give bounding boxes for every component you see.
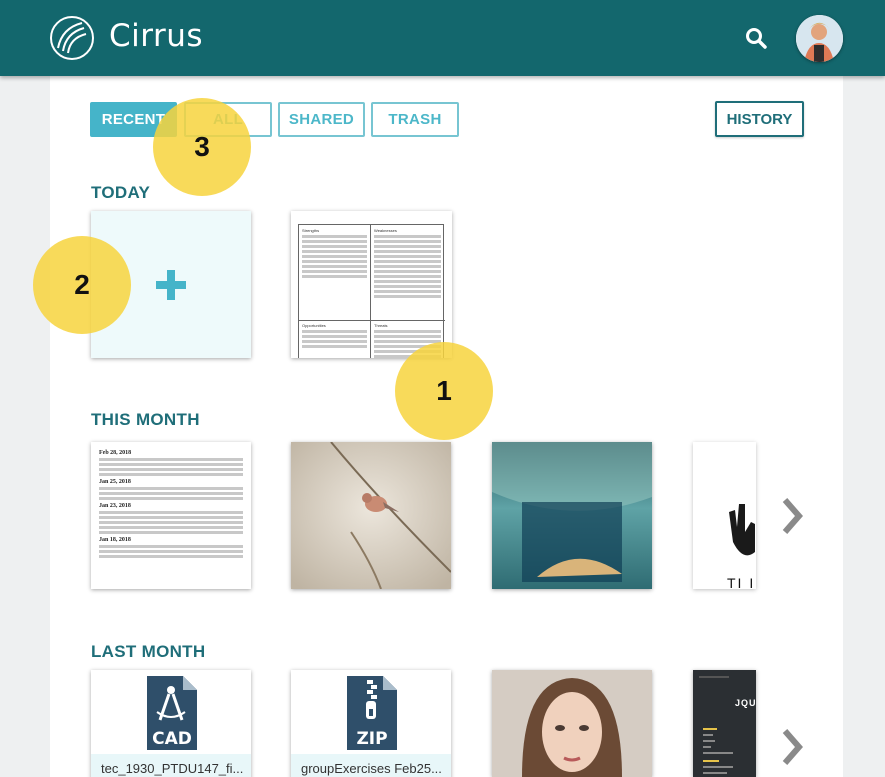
history-button[interactable]: HISTORY bbox=[715, 101, 804, 137]
notes-preview: Feb 28, 2018 Jan 25, 2018 Jan 23, 2018 J… bbox=[91, 442, 251, 565]
partial-card-this-month[interactable]: TI I bbox=[693, 442, 756, 589]
swot-grid: Strengths Weaknesses Opportunities Threa… bbox=[298, 224, 445, 358]
avatar-photo bbox=[796, 15, 843, 62]
search-icon[interactable] bbox=[742, 24, 770, 52]
zip-file-card[interactable]: ZIP groupExercises Feb25... bbox=[291, 670, 451, 777]
chevron-right-icon[interactable] bbox=[780, 727, 806, 767]
user-avatar[interactable] bbox=[796, 15, 843, 62]
section-last-month-heading: LAST MONTH bbox=[91, 642, 206, 661]
swot-weaknesses: Weaknesses bbox=[374, 228, 441, 300]
landscape-art-image bbox=[492, 442, 652, 589]
zip-file-icon: ZIP bbox=[347, 676, 397, 750]
cirrus-logo-icon[interactable] bbox=[48, 14, 96, 62]
svg-text:ZIP: ZIP bbox=[356, 729, 387, 749]
swot-opportunities: Opportunities bbox=[302, 323, 367, 350]
tab-trash[interactable]: TRASH bbox=[371, 102, 459, 137]
app-title: Cirrus bbox=[109, 18, 204, 54]
section-this-month-heading: THIS MONTH bbox=[91, 410, 200, 429]
plus-icon bbox=[156, 269, 186, 300]
svg-text:CAD: CAD bbox=[152, 729, 192, 749]
code-preview bbox=[699, 676, 733, 774]
portrait-photo-card[interactable] bbox=[492, 670, 652, 777]
file-name-cad: tec_1930_PTDU147_fi... bbox=[91, 754, 251, 777]
swot-strengths: Strengths bbox=[302, 228, 367, 280]
tab-shared[interactable]: SHARED bbox=[278, 102, 365, 137]
notes-document-card[interactable]: Feb 28, 2018 Jan 25, 2018 Jan 23, 2018 J… bbox=[91, 442, 251, 589]
file-name-zip: groupExercises Feb25... bbox=[291, 754, 451, 777]
annotation-marker-2: 2 bbox=[33, 236, 131, 334]
annotation-marker-1: 1 bbox=[395, 342, 493, 440]
cad-file-icon: CAD bbox=[147, 676, 197, 750]
portrait-photo bbox=[492, 670, 652, 777]
swot-document-card[interactable]: Strengths Weaknesses Opportunities Threa… bbox=[291, 211, 452, 358]
section-today-heading: TODAY bbox=[91, 183, 151, 202]
app-header: Cirrus bbox=[0, 0, 885, 76]
bird-photo-card[interactable] bbox=[291, 442, 451, 589]
chevron-right-icon[interactable] bbox=[780, 496, 806, 536]
hand-gesture-image bbox=[693, 442, 756, 589]
annotation-marker-3: 3 bbox=[153, 98, 251, 196]
partial-card-caption: TI I bbox=[727, 575, 756, 589]
landscape-art-card[interactable] bbox=[492, 442, 652, 589]
code-card[interactable]: JQUE bbox=[693, 670, 756, 777]
cad-file-card[interactable]: CAD tec_1930_PTDU147_fi... bbox=[91, 670, 251, 777]
bird-photo bbox=[291, 442, 451, 589]
